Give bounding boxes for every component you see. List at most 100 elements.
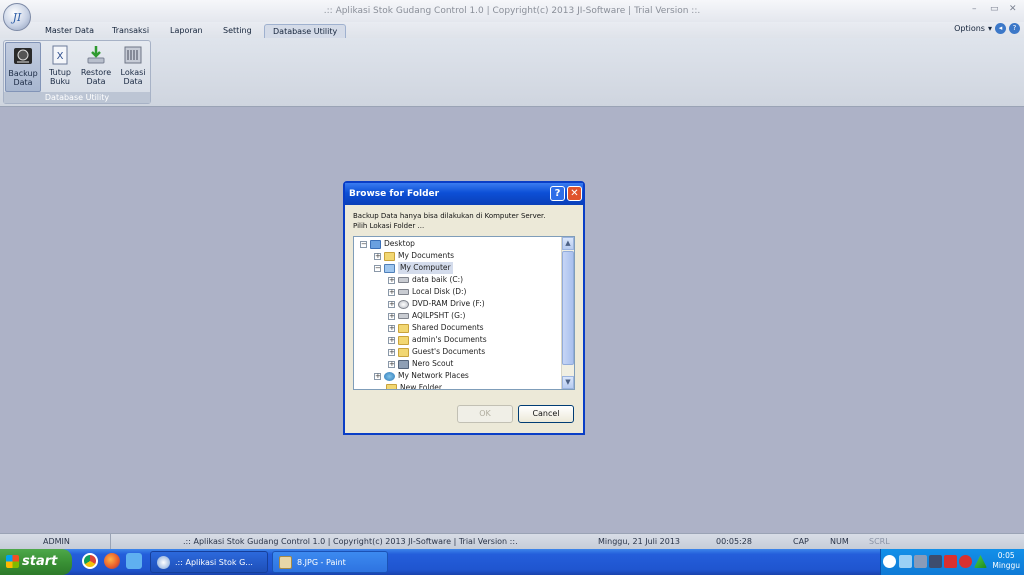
collapse-icon[interactable]: − [374, 264, 381, 272]
folder-icon [398, 323, 409, 333]
options-menu[interactable]: Options ▾ ◂ ? [954, 23, 1020, 34]
tab-laporan[interactable]: Laporan [162, 24, 211, 38]
tree-item-my-network-places[interactable]: + My Network Places [374, 370, 469, 382]
expand-icon[interactable]: + [388, 288, 395, 296]
tree-item-drive-g[interactable]: + AQILPSHT (G:) [388, 310, 465, 322]
tree-item-label: My Documents [398, 251, 455, 260]
expand-icon[interactable]: + [388, 312, 395, 320]
tree-item-label: Guest's Documents [412, 347, 486, 356]
tray-expand-icon[interactable] [883, 555, 896, 568]
collapse-icon[interactable]: − [360, 240, 367, 248]
task-paint[interactable]: 8.JPG - Paint [272, 551, 388, 573]
antivirus-tray-icon[interactable] [944, 555, 957, 568]
status-app-info: .:: Aplikasi Stok Gudang Control 1.0 | C… [183, 537, 518, 546]
dialog-close-button[interactable]: ✕ [567, 186, 582, 201]
expand-icon[interactable]: + [388, 324, 395, 332]
restore-data-label-1: Restore [80, 68, 112, 77]
ribbon-tabs: Master Data Transaksi Laporan Setting Da… [0, 22, 1024, 38]
tutup-buku-button[interactable]: X Tutup Buku [42, 42, 78, 92]
status-time: 00:05:28 [716, 537, 752, 546]
security-tray-icon[interactable] [959, 555, 972, 568]
tab-database-utility[interactable]: Database Utility [264, 24, 347, 38]
lokasi-data-label-2: Data [123, 77, 143, 86]
dialog-message: Backup Data hanya bisa dilakukan di Komp… [353, 211, 578, 231]
paint-task-icon [279, 556, 292, 569]
tree-item-drive-c[interactable]: + data baik (C:) [388, 274, 463, 286]
dvd-icon [398, 299, 409, 309]
expand-icon[interactable]: + [388, 300, 395, 308]
help-icon[interactable]: ? [1009, 23, 1020, 34]
scroll-thumb[interactable] [562, 251, 574, 365]
expand-icon[interactable]: + [388, 276, 395, 284]
ok-button[interactable]: OK [457, 405, 513, 423]
backup-data-button[interactable]: Backup Data [5, 42, 41, 92]
task-aplikasi-stok[interactable]: .:: Aplikasi Stok G... [150, 551, 268, 573]
expand-icon[interactable]: + [388, 360, 395, 368]
status-scrl: SCRL [869, 537, 890, 546]
tree-item-my-computer[interactable]: − My Computer [374, 262, 453, 274]
expand-icon[interactable]: + [388, 348, 395, 356]
tree-item-drive-d[interactable]: + Local Disk (D:) [388, 286, 466, 298]
device-tray-icon[interactable] [929, 555, 942, 568]
scroll-up-icon[interactable]: ▲ [562, 237, 574, 250]
tree-item-desktop[interactable]: − Desktop [360, 238, 415, 250]
monitor-tray-icon[interactable] [914, 555, 927, 568]
tree-item-new-folder[interactable]: New Folder [386, 382, 442, 389]
tree-item-guest-documents[interactable]: + Guest's Documents [388, 346, 485, 358]
status-num: NUM [830, 537, 849, 546]
network-icon [384, 371, 395, 381]
expand-icon[interactable]: + [388, 336, 395, 344]
tree-scrollbar[interactable]: ▲ ▼ [561, 237, 574, 389]
tree-item-drive-f[interactable]: + DVD-RAM Drive (F:) [388, 298, 485, 310]
firefox-icon[interactable] [104, 553, 120, 569]
expand-icon[interactable]: + [374, 372, 381, 380]
nero-icon [398, 359, 409, 369]
browse-folder-dialog: Browse for Folder ? ✕ Backup Data hanya … [343, 181, 585, 435]
chevron-down-icon: ▾ [987, 24, 992, 33]
tree-item-nero-scout[interactable]: + Nero Scout [388, 358, 453, 370]
scroll-down-icon[interactable]: ▼ [562, 376, 574, 389]
tree-item-label: My Computer [398, 262, 453, 274]
cancel-button[interactable]: Cancel [518, 405, 574, 423]
windows-logo-icon [6, 555, 19, 568]
lokasi-data-button[interactable]: Lokasi Data [115, 42, 151, 92]
chrome-icon[interactable] [82, 553, 98, 569]
tree-item-admin-documents[interactable]: + admin's Documents [388, 334, 487, 346]
restore-button[interactable]: ▭ [990, 4, 999, 14]
restore-data-button[interactable]: Restore Data [78, 42, 114, 92]
back-icon[interactable]: ◂ [995, 23, 1006, 34]
expand-icon[interactable]: + [374, 252, 381, 260]
restore-data-label-2: Data [86, 77, 106, 86]
dialog-help-button[interactable]: ? [550, 186, 565, 201]
close-window-button[interactable]: ✕ [1009, 4, 1017, 14]
tab-transaksi[interactable]: Transaksi [104, 24, 157, 38]
tab-setting[interactable]: Setting [215, 24, 260, 38]
app-orb-button[interactable]: JI [3, 3, 31, 31]
status-date: Minggu, 21 Juli 2013 [598, 537, 681, 546]
quicklaunch-app-icon[interactable] [126, 553, 142, 569]
tree-item-shared-documents[interactable]: + Shared Documents [388, 322, 484, 334]
minimize-button[interactable]: – [972, 4, 977, 14]
desktop-icon [370, 239, 381, 249]
backup-data-label-2: Data [13, 78, 33, 87]
options-label: Options [954, 24, 985, 33]
tab-master-data[interactable]: Master Data [37, 24, 102, 38]
status-user: ADMIN [43, 537, 70, 546]
svg-text:X: X [57, 51, 64, 62]
start-button[interactable]: start [0, 549, 72, 575]
taskbar: start .:: Aplikasi Stok G... 8.JPG - Pai… [0, 549, 1024, 575]
clock[interactable]: 0:05 Minggu [992, 551, 1020, 571]
tutup-buku-label-2: Buku [49, 77, 70, 86]
lokasi-data-label-1: Lokasi [120, 68, 146, 77]
tree-item-label: Shared Documents [412, 323, 484, 332]
task-label: 8.JPG - Paint [297, 558, 346, 567]
computer-icon [384, 263, 395, 273]
tree-item-my-documents[interactable]: + My Documents [374, 250, 454, 262]
network-tray-icon[interactable] [899, 555, 912, 568]
ribbon-panel: Backup Data X Tutup Buku Restore Data Lo… [0, 38, 1024, 107]
status-cap: CAP [793, 537, 809, 546]
warning-tray-icon[interactable] [974, 555, 987, 568]
tree-item-label: DVD-RAM Drive (F:) [412, 299, 485, 308]
folder-tree[interactable]: − Desktop + My Documents − My Computer +… [353, 236, 575, 390]
tree-item-label: Desktop [384, 239, 415, 248]
